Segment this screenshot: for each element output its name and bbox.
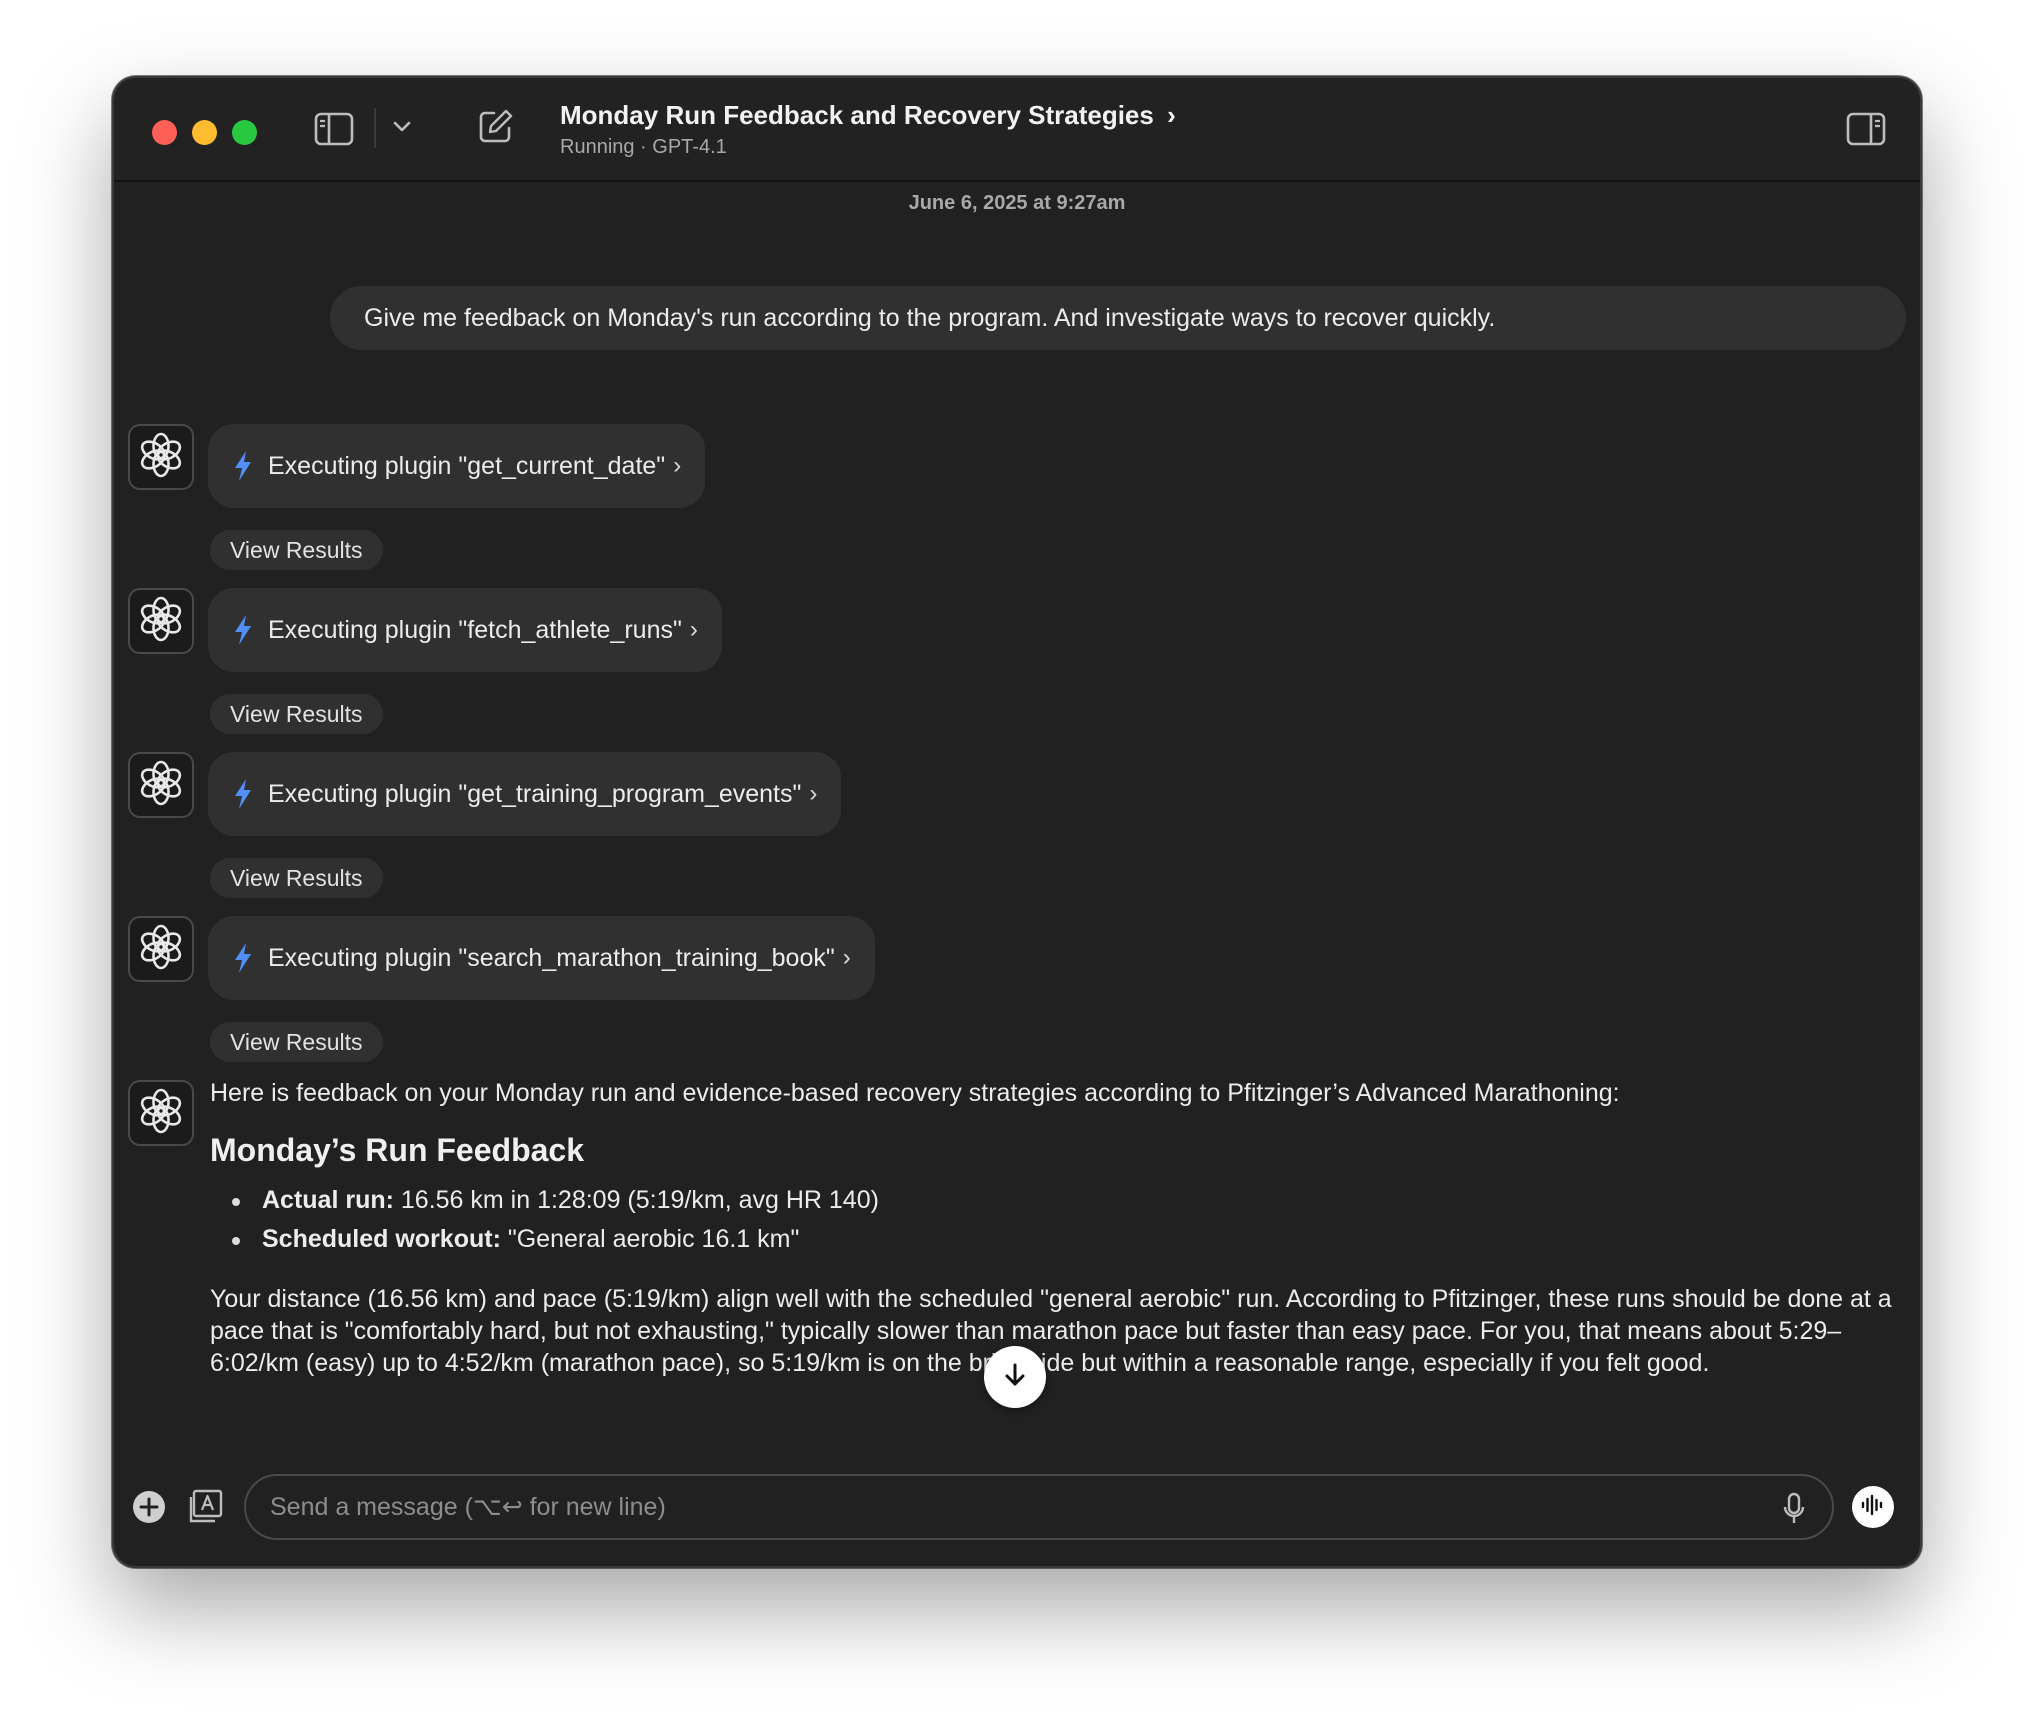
bolt-icon — [232, 614, 254, 646]
answer-intro: Here is feedback on your Monday run and … — [210, 1079, 1620, 1107]
openai-logo-icon — [137, 923, 185, 976]
assistant-avatar — [128, 752, 194, 818]
toolbar-divider — [374, 108, 376, 148]
right-panel-icon[interactable] — [1846, 112, 1886, 151]
assistant-message: Here is feedback on your Monday run and … — [210, 1076, 1900, 1379]
plus-icon[interactable] — [132, 1490, 166, 1529]
openai-logo-icon — [137, 595, 185, 648]
bullet-label: Scheduled workout: — [262, 1225, 501, 1253]
bolt-icon — [232, 450, 254, 482]
plugin-step[interactable]: Executing plugin "get_training_program_e… — [208, 752, 842, 836]
chevron-down-icon[interactable] — [392, 120, 412, 139]
scroll-to-bottom-button[interactable] — [984, 1346, 1046, 1408]
conversation-title-label: Monday Run Feedback and Recovery Strateg… — [560, 100, 1154, 130]
app-window: Monday Run Feedback and Recovery Strateg… — [112, 76, 1922, 1568]
chevron-right-icon: › — [809, 780, 818, 807]
bullet-text: 16.56 km in 1:28:09 (5:19/km, avg HR 140… — [393, 1186, 879, 1214]
bolt-icon — [232, 942, 254, 974]
bullet-label: Actual run: — [262, 1186, 394, 1214]
bolt-icon — [232, 778, 254, 810]
plugin-step[interactable]: Executing plugin "search_marathon_traini… — [208, 916, 875, 1000]
conversation-subtitle: Running · GPT-4.1 — [560, 136, 727, 158]
bullet-text: "General aerobic 16.1 km" — [500, 1225, 800, 1253]
list-item: Actual run: 16.56 km in 1:28:09 (5:19/km… — [210, 1181, 1900, 1220]
answer-heading: Monday’s Run Feedback — [210, 1132, 584, 1168]
zoom-window-button[interactable] — [232, 120, 257, 145]
chevron-right-icon: › — [842, 944, 851, 971]
plugin-step[interactable]: Executing plugin "get_current_date" › — [208, 424, 706, 508]
openai-logo-icon — [137, 1087, 185, 1140]
arrow-down-icon — [1002, 1362, 1028, 1393]
conversation-timestamp: June 6, 2025 at 9:27am — [908, 192, 1126, 214]
plugin-step-label: Executing plugin "get_current_date" — [268, 451, 666, 480]
assistant-avatar — [128, 588, 194, 654]
assistant-avatar — [128, 916, 194, 982]
view-results-button[interactable]: View Results — [210, 530, 383, 570]
openai-logo-icon — [137, 431, 185, 484]
microphone-icon[interactable] — [1782, 1492, 1806, 1531]
list-item: Scheduled workout: "General aerobic 16.1… — [210, 1220, 1900, 1259]
openai-logo-icon — [137, 759, 185, 812]
view-results-button[interactable]: View Results — [210, 694, 383, 734]
voice-mode-icon — [1860, 1494, 1886, 1521]
user-message: Give me feedback on Monday's run accordi… — [330, 286, 1906, 350]
conversation-title[interactable]: Monday Run Feedback and Recovery Strateg… — [560, 100, 1176, 131]
chevron-right-icon: › — [673, 452, 682, 479]
close-window-button[interactable] — [152, 120, 177, 145]
answer-bullet-list: Actual run: 16.56 km in 1:28:09 (5:19/km… — [210, 1181, 1900, 1259]
minimize-window-button[interactable] — [192, 120, 217, 145]
plugin-step[interactable]: Executing plugin "fetch_athlete_runs" › — [208, 588, 722, 672]
plugin-step-label: Executing plugin "fetch_athlete_runs" — [268, 615, 682, 644]
message-composer — [244, 1474, 1834, 1540]
compose-icon[interactable] — [478, 108, 514, 149]
message-input[interactable] — [270, 1476, 1720, 1538]
title-chevron-icon: › — [1167, 100, 1176, 130]
answer-paragraph: Your distance (16.56 km) and pace (5:19/… — [210, 1285, 1892, 1377]
voice-mode-button[interactable] — [1852, 1486, 1894, 1528]
chevron-right-icon: › — [689, 616, 698, 643]
view-results-button[interactable]: View Results — [210, 858, 383, 898]
assistant-avatar — [128, 1080, 194, 1146]
assistant-avatar — [128, 424, 194, 490]
view-results-button[interactable]: View Results — [210, 1022, 383, 1062]
plugin-step-label: Executing plugin "get_training_program_e… — [268, 779, 802, 808]
sidebar-icon[interactable] — [314, 112, 354, 151]
title-bar: Monday Run Feedback and Recovery Strateg… — [114, 78, 1920, 182]
plugin-step-label: Executing plugin "search_marathon_traini… — [268, 943, 835, 972]
library-icon[interactable] — [188, 1488, 224, 1529]
